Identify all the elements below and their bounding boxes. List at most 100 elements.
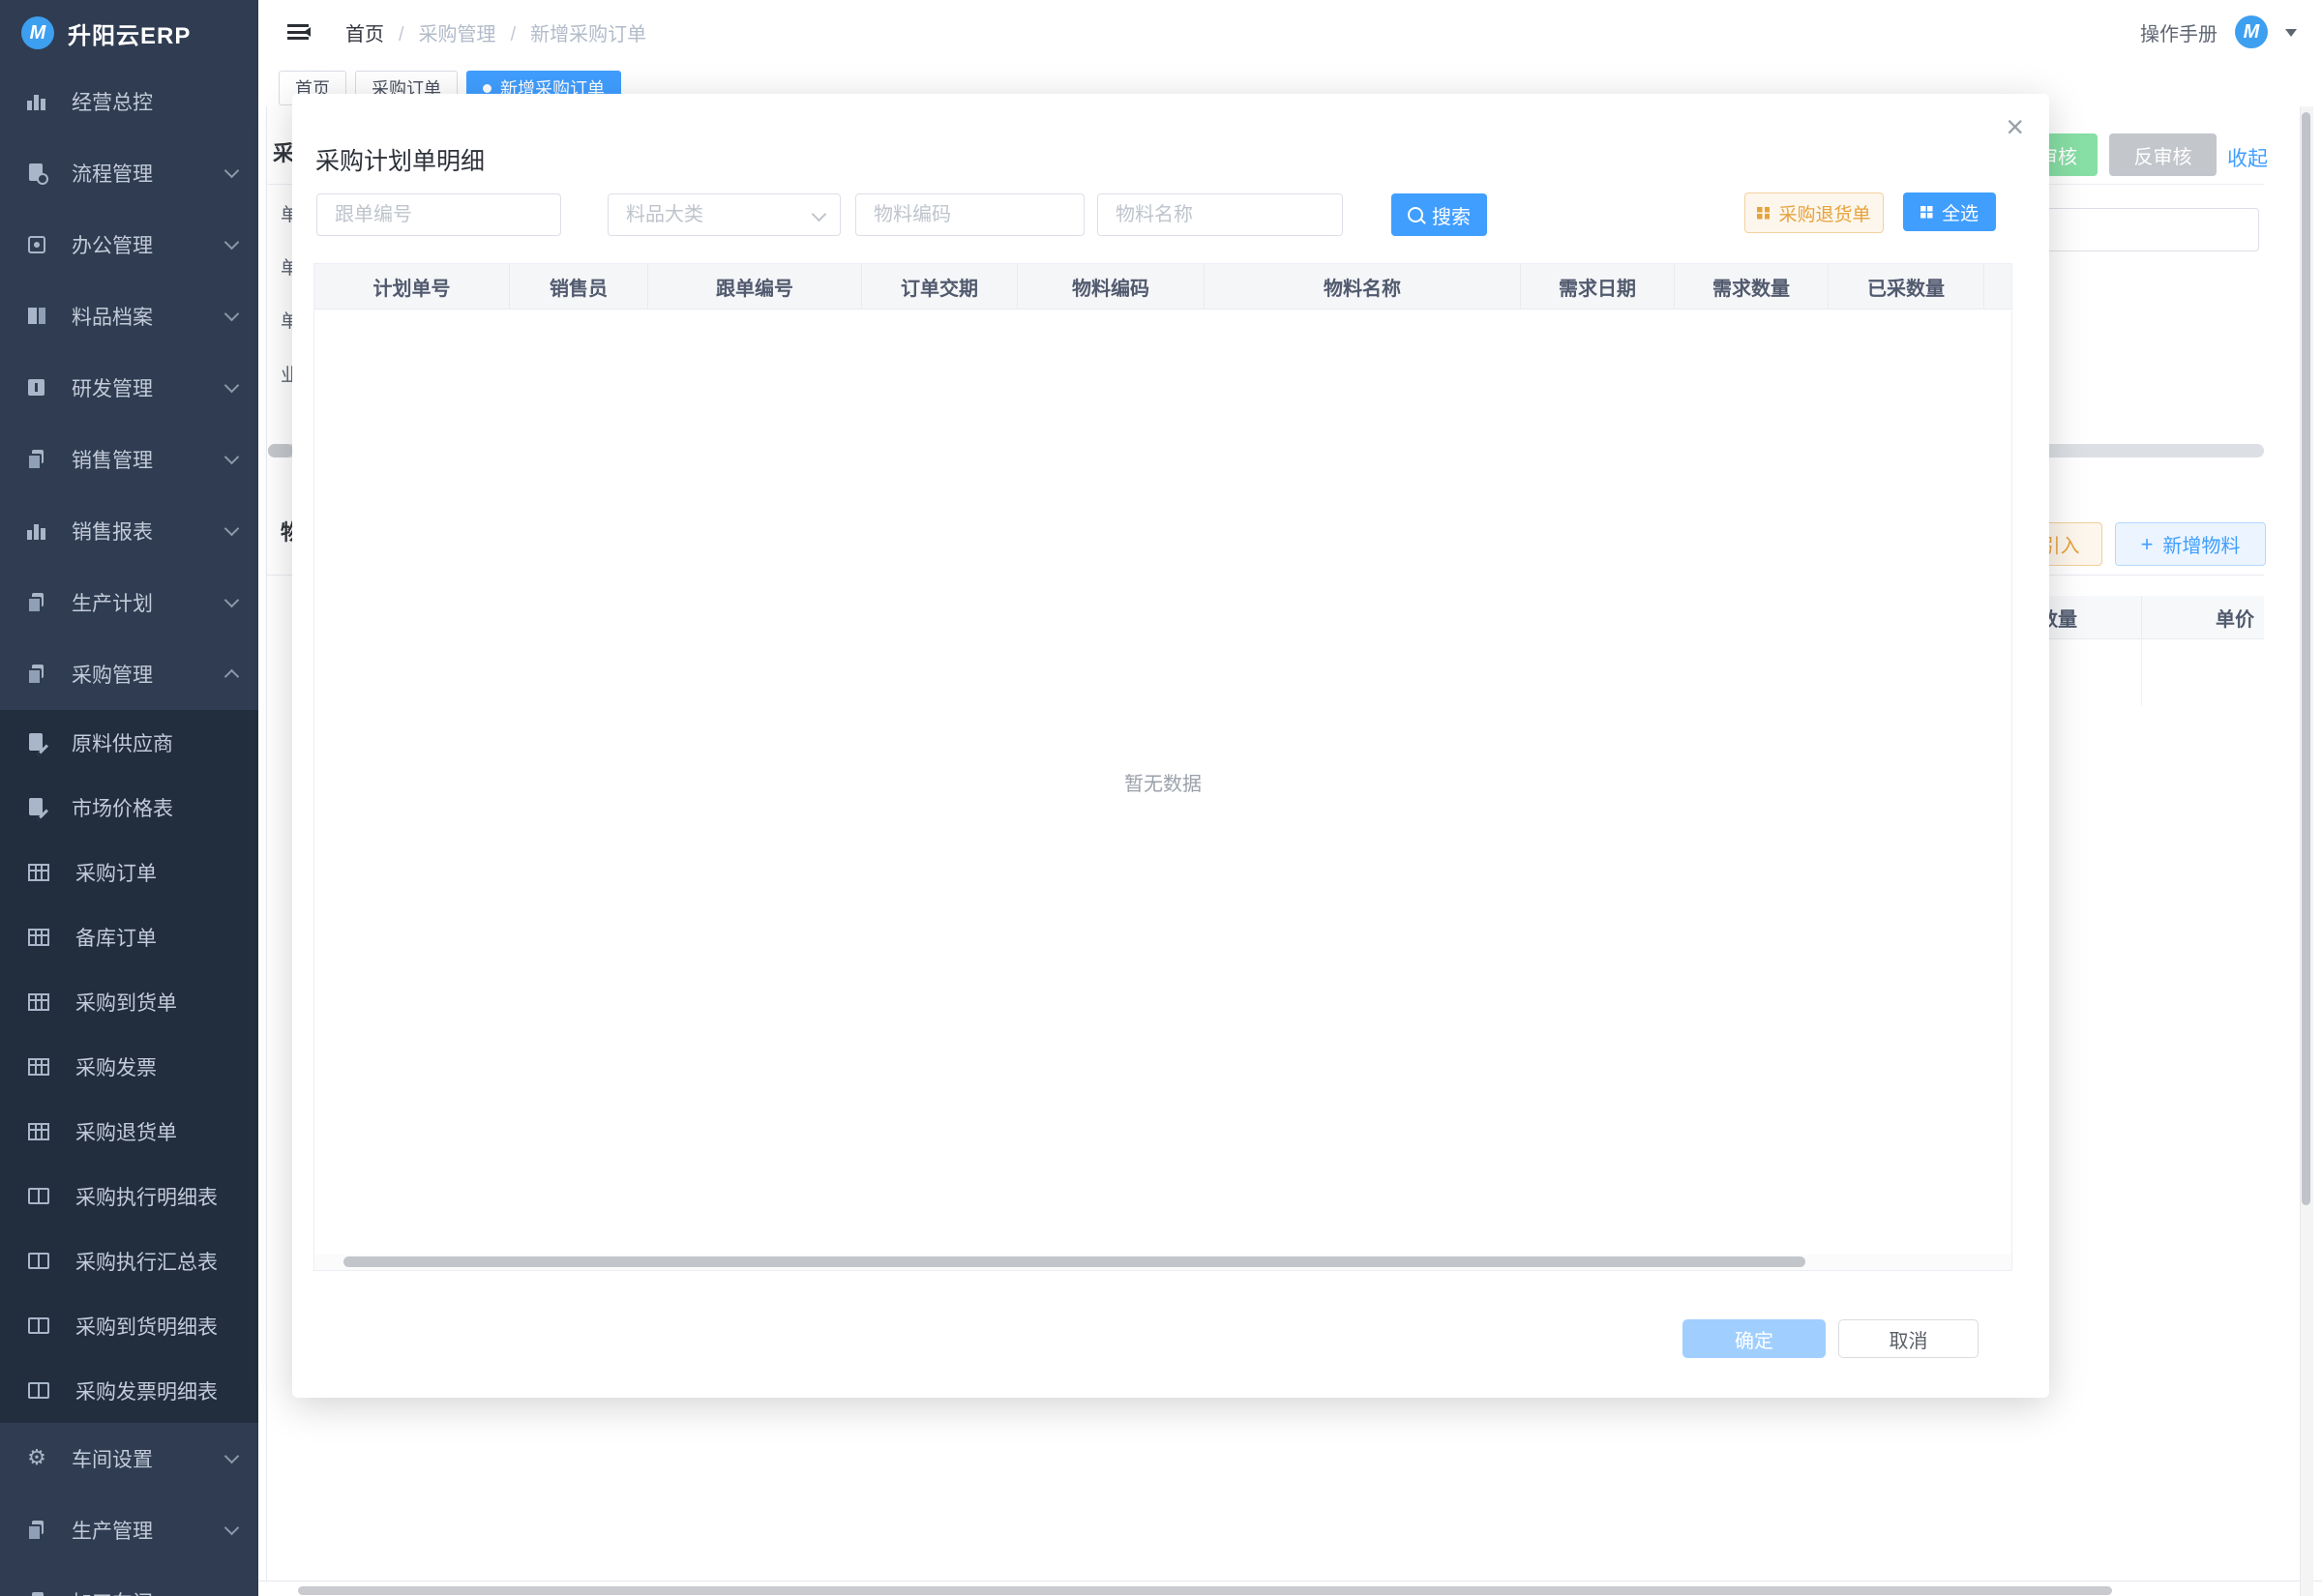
purchase-return-button[interactable]: 采购退货单 xyxy=(1744,192,1884,233)
chevron-icon xyxy=(224,1449,240,1464)
sidebar-subitem[interactable]: 采购到货单 xyxy=(0,969,258,1034)
sidebar-subitem-label: 备库订单 xyxy=(75,923,237,952)
sidebar-item-icon xyxy=(25,162,48,185)
sidebar-subitem-icon xyxy=(28,864,49,881)
plan-table-horizontal-scrollbar[interactable] xyxy=(313,1255,2012,1271)
sidebar-item-label: 销售报表 xyxy=(72,517,226,546)
scrollbar-thumb[interactable] xyxy=(268,444,293,458)
plan-table-column-header: 需求数量 xyxy=(1675,264,1829,309)
plan-table-column-header: 物料编码 xyxy=(1018,264,1205,309)
select-all-label: 全选 xyxy=(1942,199,1979,225)
sidebar-item-label: 办公管理 xyxy=(72,230,226,259)
header-right: 操作手册 M xyxy=(2140,15,2297,48)
sidebar-item[interactable]: 车间设置 xyxy=(0,1423,258,1494)
plan-table-column-header: 订单交期 xyxy=(862,264,1018,309)
sidebar-subitem[interactable]: 市场价格表 xyxy=(0,775,258,840)
sidebar-subitem-icon xyxy=(28,1253,49,1269)
sidebar-item-label: 生产管理 xyxy=(72,1516,226,1545)
add-material-button[interactable]: + 新增物料 xyxy=(2115,522,2266,566)
sidebar-item[interactable]: 销售管理 xyxy=(0,424,258,495)
breadcrumb-item[interactable]: 首页 xyxy=(345,18,384,46)
sidebar-item[interactable]: 生产管理 xyxy=(0,1494,258,1566)
material-code-field xyxy=(855,193,1085,236)
sidebar-item[interactable]: 销售报表 xyxy=(0,495,258,567)
sidebar-subitem[interactable]: 采购订单 xyxy=(0,840,258,904)
empty-data-text: 暂无数据 xyxy=(1124,768,1202,796)
content-panel-border xyxy=(266,106,267,1581)
manual-link[interactable]: 操作手册 xyxy=(2140,18,2218,46)
sidebar-item[interactable]: 办公管理 xyxy=(0,209,258,281)
add-material-label: 新增物料 xyxy=(2162,530,2240,558)
sidebar-subitem[interactable]: 采购发票 xyxy=(0,1034,258,1099)
sidebar-subitem-label: 市场价格表 xyxy=(72,793,237,822)
unapprove-button[interactable]: 反审核 xyxy=(2109,133,2217,176)
sidebar-item-icon xyxy=(25,591,48,614)
sidebar-item-icon xyxy=(25,1590,48,1596)
sidebar-subitem[interactable]: 采购退货单 xyxy=(0,1099,258,1164)
sidebar-item-label: 经营总控 xyxy=(72,87,237,116)
select-all-button[interactable]: 全选 xyxy=(1903,192,1996,231)
sidebar-item-label: 生产计划 xyxy=(72,588,226,617)
search-button[interactable]: 搜索 xyxy=(1391,193,1487,236)
chevron-icon xyxy=(224,1521,240,1536)
sidebar-item-icon xyxy=(25,1519,48,1542)
sidebar-subitem-label: 采购执行明细表 xyxy=(75,1182,237,1211)
scrollbar-thumb[interactable] xyxy=(343,1256,1805,1267)
sidebar-item-icon xyxy=(25,90,48,113)
purchase-return-label: 采购退货单 xyxy=(1778,200,1870,226)
plus-icon: + xyxy=(2141,535,2154,554)
sidebar-item[interactable]: 经营总控 xyxy=(0,66,258,137)
plan-table-column-header: 已采数量 xyxy=(1829,264,1984,309)
sidebar-item[interactable]: 料品档案 xyxy=(0,281,258,352)
sidebar-subitem-label: 原料供应商 xyxy=(72,728,237,757)
sidebar-subitem[interactable]: 采购发票明细表 xyxy=(0,1358,258,1423)
sidebar-subitem-icon xyxy=(25,796,48,819)
sidebar-subitem[interactable]: 备库订单 xyxy=(0,904,258,969)
chevron-icon xyxy=(224,669,240,685)
sidebar-item-label: 流程管理 xyxy=(72,159,226,188)
material-name-field xyxy=(1097,193,1343,236)
user-menu-caret-icon[interactable] xyxy=(2285,29,2297,43)
sidebar-subitem-icon xyxy=(28,993,49,1011)
material-code-input[interactable] xyxy=(855,193,1085,236)
page-horizontal-scrollbar-thumb[interactable] xyxy=(298,1586,2112,1595)
breadcrumb-item[interactable]: 采购管理 xyxy=(384,18,496,46)
sidebar-item-label: 料品档案 xyxy=(72,302,226,331)
chevron-icon xyxy=(224,163,240,179)
top-header: 首页采购管理新增采购订单 操作手册 M xyxy=(258,0,2322,65)
sidebar-item-label: 车间设置 xyxy=(72,1444,226,1473)
sidebar: M 升阳云ERP 经营总控 流程管理 办公管理 xyxy=(0,0,258,1596)
sidebar-item[interactable]: 生产计划 xyxy=(0,567,258,638)
sidebar-subitem-label: 采购执行汇总表 xyxy=(75,1247,237,1276)
materials-table-column-border xyxy=(2141,638,2142,706)
sidebar-item[interactable]: 流程管理 xyxy=(0,137,258,209)
order-no-input[interactable] xyxy=(316,193,561,236)
plan-table-column-header: 销售员 xyxy=(510,264,648,309)
plan-table-column-header: 物料名称 xyxy=(1205,264,1521,309)
sidebar-subitem[interactable]: 原料供应商 xyxy=(0,710,258,775)
sidebar-item[interactable]: 采购管理 xyxy=(0,638,258,710)
close-icon[interactable] xyxy=(2006,111,2024,142)
sidebar-item-icon xyxy=(25,376,48,399)
sidebar-item-icon xyxy=(25,233,48,256)
cancel-button[interactable]: 取消 xyxy=(1838,1319,1979,1358)
collapse-link[interactable]: 收起 xyxy=(2227,143,2268,172)
sidebar-subitem[interactable]: 采购执行明细表 xyxy=(0,1164,258,1228)
breadcrumb: 首页采购管理新增采购订单 xyxy=(345,18,646,46)
sidebar-subitem-label: 采购发票 xyxy=(75,1052,237,1081)
sidebar-item-label: 加工车间 xyxy=(72,1587,226,1596)
breadcrumb-item[interactable]: 新增采购订单 xyxy=(496,18,647,46)
erp-app: M 升阳云ERP 经营总控 流程管理 办公管理 xyxy=(0,0,2322,1596)
category-select-input[interactable] xyxy=(608,193,841,236)
confirm-button[interactable]: 确定 xyxy=(1682,1319,1826,1358)
user-avatar[interactable]: M xyxy=(2235,15,2268,48)
sidebar-item[interactable]: 加工车间 xyxy=(0,1566,258,1596)
material-name-input[interactable] xyxy=(1097,193,1343,236)
sidebar-subitem[interactable]: 采购到货明细表 xyxy=(0,1293,258,1358)
plan-table-column-header: 需求日期 xyxy=(1521,264,1675,309)
sidebar-item-label: 采购管理 xyxy=(72,660,226,689)
sidebar-subitem[interactable]: 采购执行汇总表 xyxy=(0,1228,258,1293)
sidebar-item[interactable]: 研发管理 xyxy=(0,352,258,424)
page-vertical-scrollbar-thumb[interactable] xyxy=(2302,112,2310,1205)
order-no-field xyxy=(316,193,561,236)
